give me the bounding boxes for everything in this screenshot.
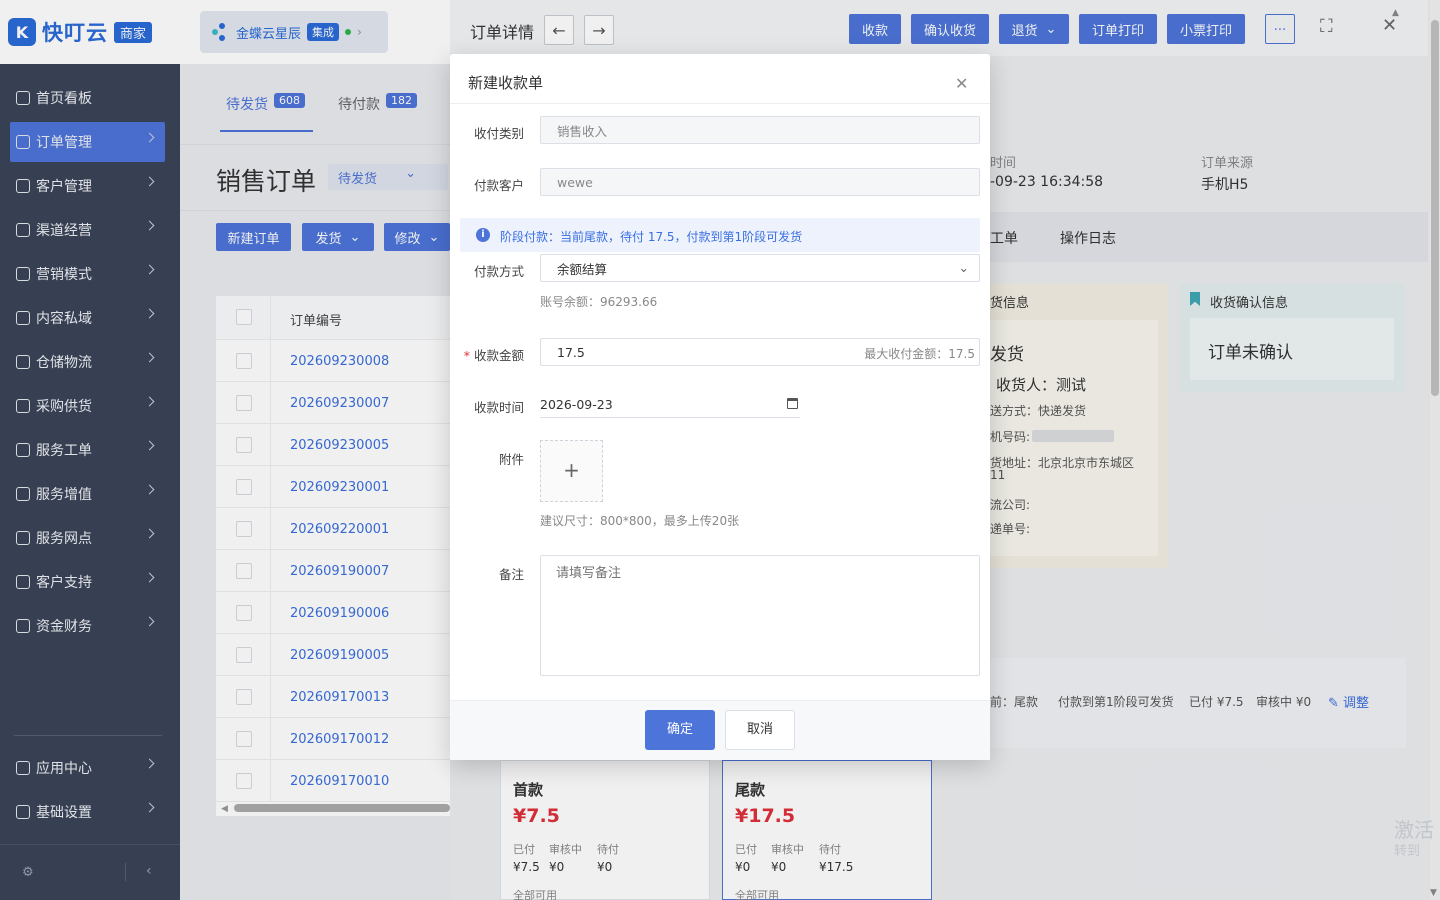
calendar-icon xyxy=(787,398,798,409)
payment-method-value: 余额结算 xyxy=(557,261,608,277)
attachment-hint: 建议尺寸：800*800，最多上传20张 xyxy=(540,514,740,528)
customer-label: 付款客户 xyxy=(473,178,524,193)
plus-icon: + xyxy=(563,458,580,482)
amount-input[interactable]: 17.5 最大收付金额：17.5 xyxy=(540,338,980,366)
method-label: 付款方式 xyxy=(473,264,524,279)
remark-textarea[interactable] xyxy=(540,555,980,676)
category-field[interactable]: 销售收入 xyxy=(540,116,980,144)
confirm-button[interactable]: 确定 xyxy=(645,710,715,750)
remark-label: 备注 xyxy=(498,567,524,582)
receipt-date-value: 2026-09-23 xyxy=(540,397,613,412)
modal-header-divider xyxy=(450,103,990,104)
balance-hint: 账号余额：96293.66 xyxy=(540,295,658,309)
max-amount-hint: 最大收付金额：17.5 xyxy=(864,347,975,361)
new-receipt-modal: 新建收款单 ✕ 收付类别 销售收入 付款客户 wewe i 阶段付款：当前尾款，… xyxy=(450,54,990,760)
category-label: 收付类别 xyxy=(473,126,524,141)
cancel-button[interactable]: 取消 xyxy=(725,710,795,750)
info-icon: i xyxy=(476,228,490,242)
customer-field[interactable]: wewe xyxy=(540,168,980,196)
upload-attachment-button[interactable]: + xyxy=(540,440,603,502)
stage-payment-notice: i 阶段付款：当前尾款，待付 17.5，付款到第1阶段可发货 xyxy=(460,218,980,252)
modal-title: 新建收款单 xyxy=(468,74,544,92)
payment-method-select[interactable]: 余额结算 ⌄ xyxy=(540,254,980,282)
amount-label: * 收款金额 xyxy=(463,348,524,363)
attachment-label: 附件 xyxy=(498,452,524,467)
close-modal-icon[interactable]: ✕ xyxy=(955,74,968,93)
amount-value: 17.5 xyxy=(557,344,585,360)
receipt-date-picker[interactable]: 2026-09-23 xyxy=(540,390,800,418)
amount-label-text: 收款金额 xyxy=(473,348,524,363)
modal-footer: 确定 取消 xyxy=(450,700,990,760)
time-label: 收款时间 xyxy=(473,400,524,415)
chevron-down-icon: ⌄ xyxy=(958,260,969,275)
notice-text: 阶段付款：当前尾款，待付 17.5，付款到第1阶段可发货 xyxy=(500,230,803,244)
